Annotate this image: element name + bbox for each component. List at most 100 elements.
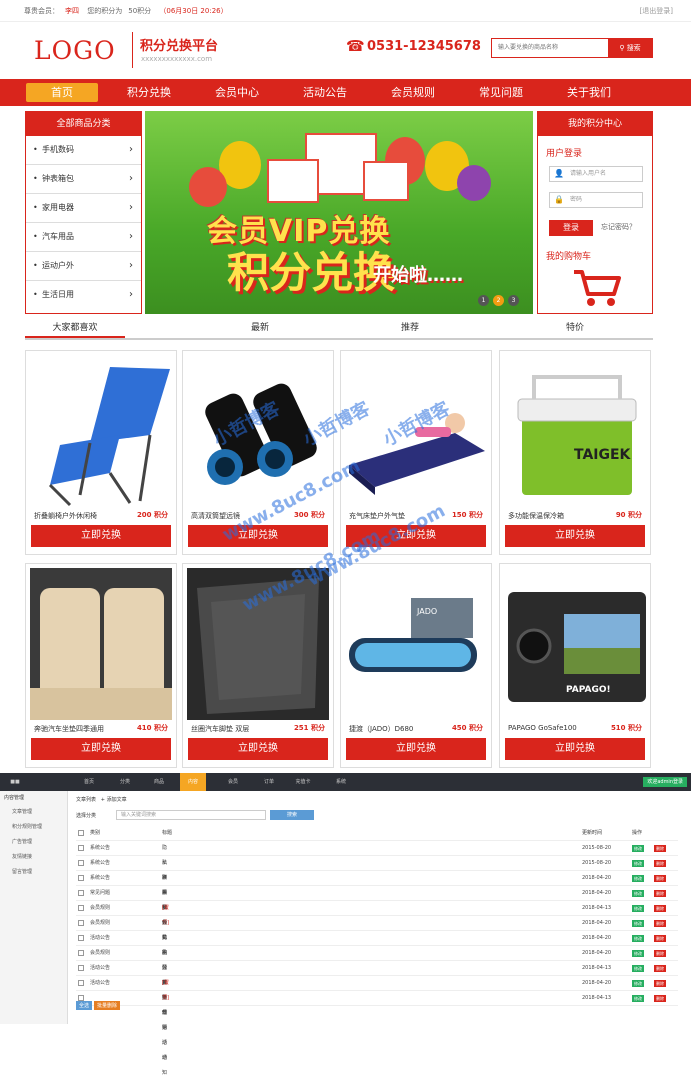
redeem-button[interactable]: 立即兑换 <box>346 738 486 760</box>
delete-button[interactable]: 删除 <box>654 845 666 852</box>
admin-sidebar-title[interactable]: 内容管理 <box>0 791 67 805</box>
delete-button[interactable]: 删除 <box>654 995 666 1002</box>
admin-user-badge[interactable]: 欢迎admin登录 <box>643 777 687 787</box>
edit-button[interactable]: 修改 <box>632 980 644 987</box>
nav-item-home[interactable]: 首页 <box>26 83 98 102</box>
edit-button[interactable]: 修改 <box>632 920 644 927</box>
category-item[interactable]: • 汽车用品 › <box>26 223 141 252</box>
redeem-button[interactable]: 立即兑换 <box>505 525 645 547</box>
delete-button[interactable]: 删除 <box>654 860 666 867</box>
redeem-button[interactable]: 立即兑换 <box>31 525 171 547</box>
row-checkbox[interactable] <box>78 950 84 956</box>
product-card[interactable]: TAIGEK 多功能保温保冷箱 90 积分 立即兑换 <box>499 350 651 555</box>
admin-nav-item[interactable]: 分类 <box>112 773 138 791</box>
category-item[interactable]: • 生活日用 › <box>26 281 141 310</box>
row-checkbox[interactable] <box>78 920 84 926</box>
product-card[interactable]: 丝圈汽车脚垫 双层 251 积分 立即兑换 <box>182 563 334 768</box>
tab-newest[interactable]: 最新 <box>210 318 310 338</box>
login-button[interactable]: 登录 <box>549 220 593 236</box>
nav-item-points-exchange[interactable]: 积分兑换 <box>114 79 184 106</box>
logout-link[interactable]: [退出登录] <box>640 0 673 22</box>
delete-button[interactable]: 删除 <box>654 980 666 987</box>
redeem-button[interactable]: 立即兑换 <box>346 525 486 547</box>
edit-button[interactable]: 修改 <box>632 860 644 867</box>
edit-button[interactable]: 修改 <box>632 995 644 1002</box>
delete-button[interactable]: 删除 <box>654 890 666 897</box>
nav-item-member-rules[interactable]: 会员规则 <box>378 79 448 106</box>
delete-button[interactable]: 删除 <box>654 875 666 882</box>
row-checkbox[interactable] <box>78 890 84 896</box>
admin-sidebar-item[interactable]: 积分规则管理 <box>0 820 67 835</box>
product-card[interactable]: 折叠躺椅户外休闲椅 200 积分 立即兑换 <box>25 350 177 555</box>
product-card[interactable]: 充气床垫户外气垫 150 积分 立即兑换 <box>340 350 492 555</box>
product-card[interactable]: JADO 捷渡（JADO）D680 450 积分 立即兑换 <box>340 563 492 768</box>
delete-button[interactable]: 删除 <box>654 950 666 957</box>
nav-item-about[interactable]: 关于我们 <box>554 79 624 106</box>
carousel-dot[interactable]: 1 <box>478 295 489 306</box>
tab-popular[interactable]: 大家都喜欢 <box>25 318 125 338</box>
edit-button[interactable]: 修改 <box>632 890 644 897</box>
category-item[interactable]: • 手机数码 › <box>26 136 141 165</box>
delete-button[interactable]: 删除 <box>654 905 666 912</box>
admin-search-input[interactable]: 输入关键词搜索 <box>116 810 266 820</box>
delete-button[interactable]: 删除 <box>654 965 666 972</box>
shopping-cart-icon[interactable] <box>572 268 622 308</box>
carousel-dot[interactable]: 2 <box>493 295 504 306</box>
admin-nav-item[interactable]: 系统 <box>328 773 354 791</box>
admin-nav-item[interactable]: 首页 <box>76 773 102 791</box>
redeem-button[interactable]: 立即兑换 <box>188 525 328 547</box>
category-item[interactable]: • 运动户外 › <box>26 252 141 281</box>
password-field[interactable]: 🔒 密码 <box>549 192 643 208</box>
row-checkbox[interactable] <box>78 965 84 971</box>
search-input[interactable] <box>492 39 610 57</box>
product-card[interactable]: PAPAGO! PAPAGO GoSafe100 510 积分 立即兑换 <box>499 563 651 768</box>
bulk-delete-button[interactable]: 批量删除 <box>94 1001 121 1010</box>
row-checkbox[interactable] <box>78 845 84 851</box>
delete-button[interactable]: 删除 <box>654 935 666 942</box>
row-checkbox[interactable] <box>78 935 84 941</box>
admin-sidebar-item[interactable]: 文章管理 <box>0 805 67 820</box>
carousel-dot[interactable]: 3 <box>508 295 519 306</box>
edit-button[interactable]: 修改 <box>632 875 644 882</box>
redeem-button[interactable]: 立即兑换 <box>31 738 171 760</box>
admin-nav-item[interactable]: 会员 <box>220 773 246 791</box>
edit-button[interactable]: 修改 <box>632 905 644 912</box>
admin-nav-item[interactable]: 商品 <box>146 773 172 791</box>
edit-button[interactable]: 修改 <box>632 950 644 957</box>
admin-search-button[interactable]: 搜索 <box>270 810 314 820</box>
category-filter[interactable]: 选择分类 <box>76 812 96 819</box>
nav-item-faq[interactable]: 常见问题 <box>466 79 536 106</box>
username-field[interactable]: 👤 请输入用户名 <box>549 166 643 182</box>
member-name[interactable]: 李四 <box>65 7 79 15</box>
admin-sidebar-item[interactable]: 广告管理 <box>0 835 67 850</box>
admin-nav-item-active[interactable]: 内容 <box>180 773 206 791</box>
search-button[interactable]: ⚲ 搜索 <box>608 39 652 57</box>
delete-button[interactable]: 删除 <box>654 920 666 927</box>
select-all-button[interactable]: 全选 <box>76 1001 93 1010</box>
add-article-link[interactable]: 添加文章 <box>107 797 127 803</box>
admin-sidebar-item[interactable]: 友情链接 <box>0 850 67 865</box>
site-logo[interactable]: LOGO <box>34 36 116 65</box>
redeem-button[interactable]: 立即兑换 <box>188 738 328 760</box>
row-checkbox[interactable] <box>78 860 84 866</box>
category-item[interactable]: • 钟表箱包 › <box>26 165 141 194</box>
admin-sidebar-item[interactable]: 留言管理 <box>0 865 67 880</box>
select-all-checkbox[interactable] <box>78 830 84 836</box>
row-checkbox[interactable] <box>78 875 84 881</box>
forgot-password-link[interactable]: 忘记密码？ <box>601 222 636 232</box>
tab-special-offer[interactable]: 特价 <box>525 318 625 338</box>
row-checkbox[interactable] <box>78 980 84 986</box>
admin-nav-item[interactable]: 订单 <box>256 773 282 791</box>
product-card[interactable]: 奔驰汽车坐垫四季通用 410 积分 立即兑换 <box>25 563 177 768</box>
tab-recommended[interactable]: 推荐 <box>360 318 460 338</box>
nav-item-member-center[interactable]: 会员中心 <box>202 79 272 106</box>
promo-banner[interactable]: 会员VIP兑换 积分兑换 开始啦…… 123 <box>145 111 533 314</box>
nav-item-announcements[interactable]: 活动公告 <box>290 79 360 106</box>
edit-button[interactable]: 修改 <box>632 965 644 972</box>
row-checkbox[interactable] <box>78 905 84 911</box>
edit-button[interactable]: 修改 <box>632 845 644 852</box>
category-item[interactable]: • 家用电器 › <box>26 194 141 223</box>
admin-nav-item[interactable]: 充值卡 <box>290 773 316 791</box>
edit-button[interactable]: 修改 <box>632 935 644 942</box>
product-card[interactable]: 高清双筒望远镜 300 积分 立即兑换 <box>182 350 334 555</box>
